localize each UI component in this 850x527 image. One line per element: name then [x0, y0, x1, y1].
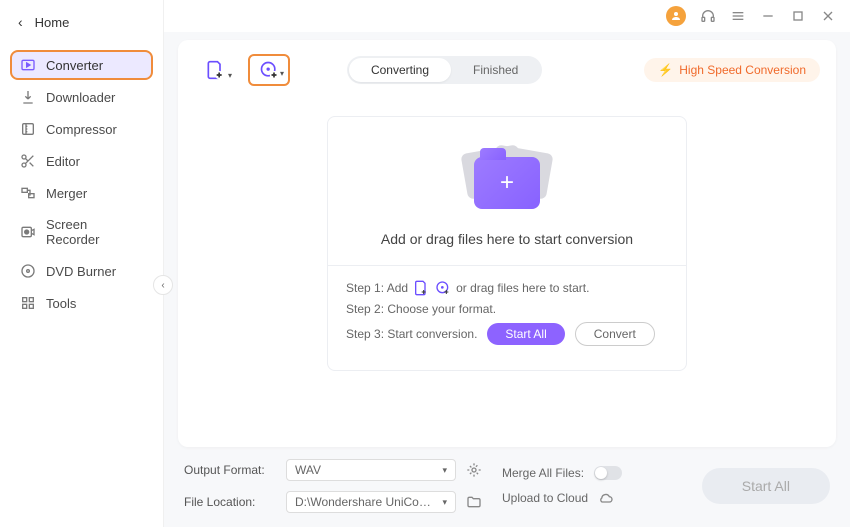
- chevron-down-icon: ▾: [442, 497, 447, 508]
- disc-icon: [20, 263, 36, 279]
- add-file-icon: [413, 280, 429, 296]
- convert-mini-button[interactable]: Convert: [575, 322, 655, 346]
- dropzone[interactable]: + Add or drag files here to start conver…: [327, 116, 687, 371]
- add-dvd-icon: [435, 280, 451, 296]
- file-location-label: File Location:: [184, 495, 276, 509]
- compress-icon: [20, 121, 36, 137]
- chevron-down-icon: ▾: [442, 465, 447, 476]
- output-format-select[interactable]: WAV▾: [286, 459, 456, 481]
- download-icon: [20, 89, 36, 105]
- cloud-icon[interactable]: [598, 490, 614, 506]
- start-all-mini-button[interactable]: Start All: [487, 323, 564, 345]
- back-icon: ‹: [18, 14, 23, 30]
- close-icon[interactable]: [820, 8, 836, 24]
- sidebar-item-downloader[interactable]: Downloader: [10, 82, 153, 112]
- sidebar-item-dvd-burner[interactable]: DVD Burner: [10, 256, 153, 286]
- home-label: Home: [35, 15, 70, 30]
- chevron-down-icon: ▾: [280, 69, 284, 78]
- merge-icon: [20, 185, 36, 201]
- sidebar: ‹ Home Converter Downloader Compressor E…: [0, 0, 164, 527]
- step-2: Step 2: Choose your format.: [346, 302, 668, 316]
- sidebar-item-label: Tools: [46, 296, 76, 311]
- sidebar-item-label: Converter: [46, 58, 103, 73]
- minimize-icon[interactable]: [760, 8, 776, 24]
- hs-label: High Speed Conversion: [679, 63, 806, 77]
- step-1: Step 1: Add or drag files here to start.: [346, 280, 668, 296]
- gear-icon[interactable]: [466, 462, 482, 478]
- output-format-label: Output Format:: [184, 463, 276, 477]
- tab-finished[interactable]: Finished: [451, 58, 540, 82]
- sidebar-item-converter[interactable]: Converter: [10, 50, 153, 80]
- step-3: Step 3: Start conversion. Start All Conv…: [346, 322, 668, 346]
- dropzone-title: Add or drag files here to start conversi…: [346, 231, 668, 247]
- play-rect-icon: [20, 57, 36, 73]
- high-speed-badge[interactable]: ⚡ High Speed Conversion: [644, 58, 820, 82]
- maximize-icon[interactable]: [790, 8, 806, 24]
- grid-icon: [20, 295, 36, 311]
- bolt-icon: ⚡: [658, 63, 673, 77]
- add-dvd-button[interactable]: ▾: [248, 54, 290, 86]
- headset-icon[interactable]: [700, 8, 716, 24]
- upload-label: Upload to Cloud: [502, 491, 588, 505]
- sidebar-item-label: DVD Burner: [46, 264, 116, 279]
- sidebar-item-editor[interactable]: Editor: [10, 146, 153, 176]
- record-icon: [20, 224, 36, 240]
- chevron-down-icon: ▾: [228, 71, 232, 80]
- sidebar-item-compressor[interactable]: Compressor: [10, 114, 153, 144]
- titlebar: [164, 0, 850, 32]
- sidebar-item-label: Editor: [46, 154, 80, 169]
- status-tabs: Converting Finished: [347, 56, 542, 84]
- sidebar-item-merger[interactable]: Merger: [10, 178, 153, 208]
- sidebar-item-screen-recorder[interactable]: Screen Recorder: [10, 210, 153, 254]
- merge-label: Merge All Files:: [502, 466, 584, 480]
- menu-icon[interactable]: [730, 8, 746, 24]
- add-file-button[interactable]: ▾: [194, 54, 236, 86]
- sidebar-item-label: Compressor: [46, 122, 117, 137]
- home-nav[interactable]: ‹ Home: [0, 0, 163, 44]
- sidebar-item-label: Merger: [46, 186, 87, 201]
- folder-graphic: +: [346, 143, 668, 213]
- scissors-icon: [20, 153, 36, 169]
- sidebar-item-label: Screen Recorder: [46, 217, 143, 247]
- file-location-select[interactable]: D:\Wondershare UniConverter 1▾: [286, 491, 456, 513]
- bottom-bar: Output Format: WAV▾ File Location: D:\Wo…: [164, 447, 850, 527]
- folder-icon[interactable]: [466, 494, 482, 510]
- merge-toggle[interactable]: [594, 466, 622, 480]
- avatar-icon[interactable]: [666, 6, 686, 26]
- start-all-button[interactable]: Start All: [702, 468, 830, 504]
- sidebar-item-label: Downloader: [46, 90, 115, 105]
- tab-converting[interactable]: Converting: [349, 58, 451, 82]
- sidebar-item-tools[interactable]: Tools: [10, 288, 153, 318]
- collapse-sidebar-button[interactable]: ‹: [153, 275, 173, 295]
- content-card: ▾ ▾ Converting Finished ⚡ High Speed Con…: [178, 40, 836, 447]
